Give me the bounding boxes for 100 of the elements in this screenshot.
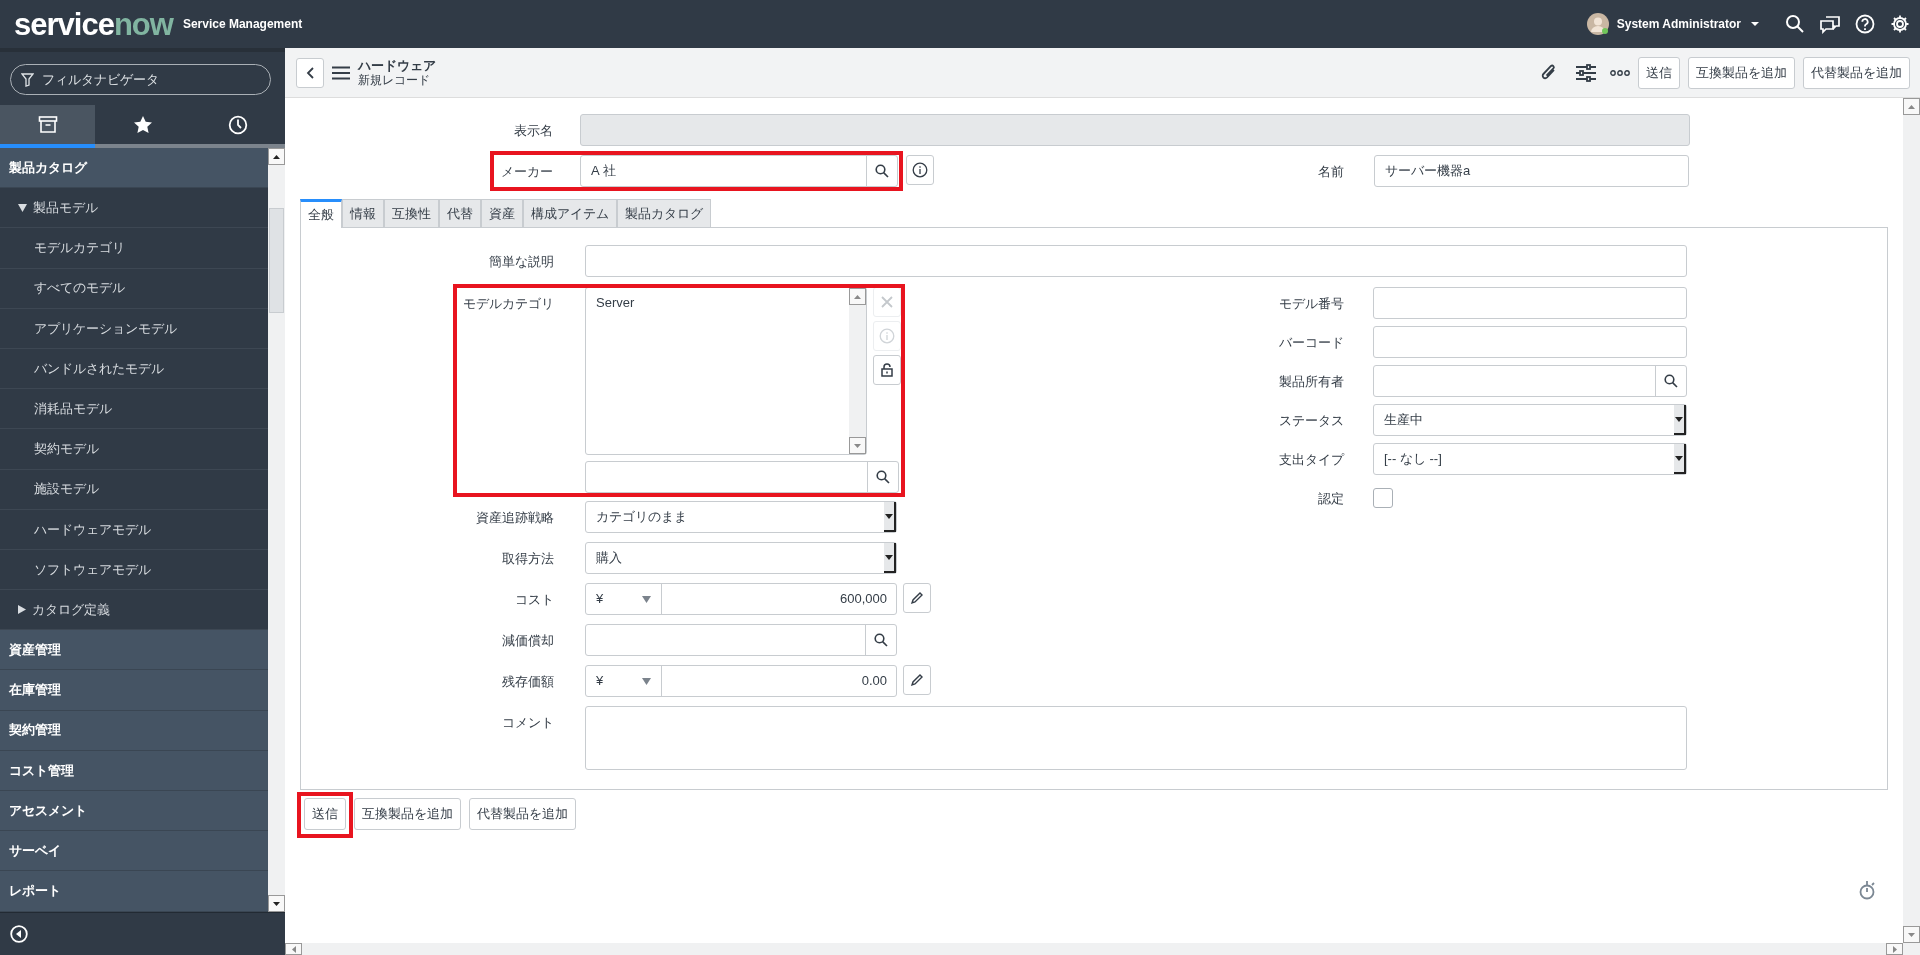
field-label: 残存価額: [501, 673, 554, 691]
field-label: バーコード: [1278, 334, 1344, 352]
form-tab[interactable]: 情報: [342, 199, 384, 227]
field-label: ステータス: [1278, 412, 1344, 430]
header-button[interactable]: 送信: [1638, 56, 1680, 89]
more-icon[interactable]: [1610, 69, 1630, 76]
comment-field[interactable]: [585, 706, 1687, 770]
currency-field[interactable]: ¥ 600,000: [585, 583, 897, 615]
search-icon: [875, 164, 889, 178]
clock-icon: [227, 114, 248, 135]
product-name: Service Management: [182, 16, 303, 33]
search-icon: [874, 633, 888, 647]
form-tab[interactable]: 互換性: [384, 199, 439, 227]
field-label: コメント: [501, 714, 554, 732]
header-button[interactable]: 代替製品を追加: [1803, 56, 1910, 89]
lookup-field[interactable]: A 社: [580, 155, 898, 187]
edit-button[interactable]: [903, 583, 931, 613]
form-tab[interactable]: 全般: [300, 199, 342, 228]
field-label: 製品所有者: [1278, 373, 1344, 391]
stopwatch-icon[interactable]: [1858, 880, 1876, 900]
search-icon[interactable]: [1785, 14, 1805, 34]
nav-section[interactable]: コスト管理: [0, 750, 268, 791]
settings-icon[interactable]: [1890, 14, 1910, 34]
scroll-down-button[interactable]: [268, 895, 285, 912]
nav-section[interactable]: アセスメント: [0, 791, 268, 832]
list-box[interactable]: Server: [585, 287, 867, 455]
text-field[interactable]: [1373, 326, 1687, 358]
form-tab[interactable]: 製品カタログ: [617, 199, 711, 227]
dropdown[interactable]: [-- なし --]: [1373, 443, 1687, 475]
nav-section[interactable]: サーベイ: [0, 831, 268, 872]
lookup-field[interactable]: [1373, 365, 1687, 397]
dropdown-arrow-icon: [1675, 416, 1683, 422]
logo: servicenow: [14, 8, 173, 40]
scrollbar-thumb[interactable]: [269, 207, 284, 313]
field-label: 支出タイプ: [1278, 451, 1344, 469]
search-icon: [1664, 374, 1678, 388]
archive-icon: [37, 114, 58, 135]
caret-icon[interactable]: [1751, 22, 1759, 26]
field-label: 表示名: [513, 122, 553, 140]
filter-input[interactable]: フィルタナビゲータ: [40, 68, 240, 91]
scroll-left-button[interactable]: [285, 943, 302, 955]
field-label: モデルカテゴリ: [462, 295, 554, 313]
pencil-icon: [910, 673, 924, 687]
dropdown[interactable]: カテゴリのまま: [585, 501, 897, 533]
avatar-icon[interactable]: [1586, 13, 1609, 35]
down-arrow-icon: [273, 901, 280, 906]
field-label: 名前: [1317, 163, 1344, 181]
field-label: 簡単な説明: [488, 253, 554, 271]
field-label: 資産追跡戦略: [475, 509, 554, 527]
field-label: コスト: [514, 591, 554, 609]
text-field[interactable]: [585, 245, 1687, 277]
dropdown-arrow-icon: [642, 677, 651, 685]
info-button[interactable]: [906, 155, 934, 185]
down-arrow-icon: [854, 443, 861, 448]
lookup-field[interactable]: [585, 624, 897, 656]
form-button[interactable]: 送信: [304, 798, 346, 830]
text-field[interactable]: サーバー機器a: [1374, 155, 1689, 187]
dropdown-arrow-icon: [1675, 455, 1683, 461]
unlock-button[interactable]: [873, 355, 901, 385]
back-button[interactable]: [296, 57, 324, 88]
scroll-right-button[interactable]: [1886, 943, 1903, 955]
form-button[interactable]: 代替製品を追加: [469, 798, 576, 830]
info-icon: [912, 162, 928, 178]
list-item[interactable]: Server: [596, 293, 839, 313]
remove-button[interactable]: [873, 287, 901, 317]
user-menu[interactable]: System Administrator: [1616, 15, 1741, 33]
nav-section[interactable]: レポート: [0, 871, 268, 912]
checkbox[interactable]: [1373, 488, 1393, 508]
dropdown[interactable]: 購入: [585, 542, 897, 574]
nav-section[interactable]: 資産管理: [0, 630, 268, 671]
dropdown-arrow-icon: [885, 513, 893, 519]
record-title: ハードウェア: [358, 58, 436, 73]
lookup-field[interactable]: [585, 461, 899, 493]
nav-section[interactable]: 製品カタログ: [0, 148, 268, 189]
scroll-up-button[interactable]: [268, 148, 285, 165]
dropdown-arrow-icon: [642, 595, 651, 603]
search-icon: [876, 470, 890, 484]
edit-button[interactable]: [903, 665, 931, 695]
form-tab[interactable]: 資産: [481, 199, 523, 227]
currency-field[interactable]: ¥ 0.00: [585, 665, 897, 697]
nav-section[interactable]: 在庫管理: [0, 670, 268, 711]
dropdown[interactable]: 生産中: [1373, 404, 1687, 436]
form-button[interactable]: 互換製品を追加: [354, 798, 461, 830]
help-icon[interactable]: [1855, 14, 1875, 34]
text-field[interactable]: [1373, 287, 1687, 319]
menu-icon[interactable]: [332, 65, 350, 80]
collapse-icon[interactable]: [10, 925, 28, 943]
nav-section[interactable]: 契約管理: [0, 710, 268, 751]
form-tab[interactable]: 構成アイテム: [523, 199, 617, 227]
collapsed-arrow-icon: [18, 605, 26, 615]
up-arrow-icon: [1908, 104, 1915, 109]
chat-icon[interactable]: [1820, 14, 1840, 34]
sliders-icon[interactable]: [1576, 63, 1596, 82]
navigator-tab[interactable]: [0, 105, 95, 148]
form-tab[interactable]: 代替: [439, 199, 481, 227]
header-button[interactable]: 互換製品を追加: [1688, 56, 1795, 89]
dropdown-arrow-icon: [885, 554, 893, 560]
star-icon: [132, 114, 153, 135]
filter-icon: [21, 72, 34, 87]
up-arrow-icon: [854, 294, 861, 299]
